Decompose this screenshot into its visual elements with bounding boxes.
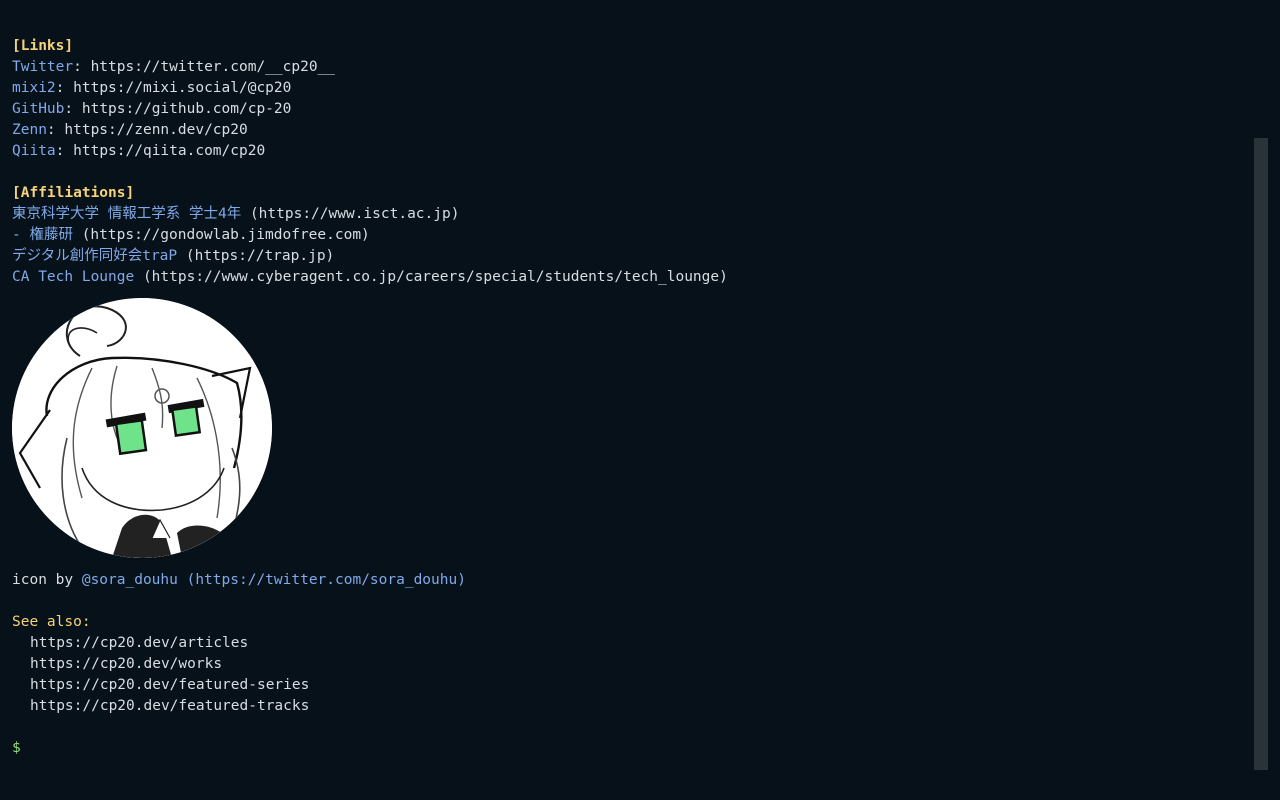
- see-also-url[interactable]: https://cp20.dev/articles: [12, 633, 1242, 654]
- affiliation-row: - 権藤研 (https://gondowlab.jimdofree.com): [12, 225, 1242, 246]
- link-url-zenn[interactable]: https://zenn.dev/cp20: [64, 122, 247, 138]
- affiliation-name: デジタル創作同好会traP: [12, 248, 178, 264]
- link-label-github: GitHub: [12, 101, 65, 117]
- affiliation-url[interactable]: (https://www.isct.ac.jp): [250, 206, 460, 222]
- see-also-url[interactable]: https://cp20.dev/works: [12, 654, 1242, 675]
- prompt-symbol: $: [12, 740, 21, 756]
- affiliation-row: CA Tech Lounge (https://www.cyberagent.c…: [12, 267, 1242, 288]
- link-url-mixi2[interactable]: https://mixi.social/@cp20: [73, 80, 291, 96]
- link-label-twitter: Twitter: [12, 59, 74, 75]
- terminal-output: [Links] Twitter: https://twitter.com/__c…: [12, 36, 1242, 786]
- affiliation-name: CA Tech Lounge: [12, 269, 135, 285]
- link-row-twitter: Twitter: https://twitter.com/__cp20__: [12, 59, 336, 75]
- link-row-qiita: Qiita: https://qiita.com/cp20: [12, 143, 266, 159]
- icon-credit-link[interactable]: @sora_douhu (https://twitter.com/sora_do…: [82, 572, 466, 588]
- link-row-mixi2: mixi2: https://mixi.social/@cp20: [12, 80, 292, 96]
- link-url-twitter[interactable]: https://twitter.com/__cp20__: [91, 59, 335, 75]
- affiliation-row: デジタル創作同好会traP (https://trap.jp): [12, 246, 1242, 267]
- affiliation-row: 東京科学大学 情報工学系 学士4年 (https://www.isct.ac.j…: [12, 204, 1242, 225]
- icon-credit-prefix: icon by: [12, 572, 82, 588]
- links-heading: [Links]: [12, 38, 74, 54]
- link-row-zenn: Zenn: https://zenn.dev/cp20: [12, 122, 248, 138]
- command-prompt[interactable]: $: [12, 738, 1242, 759]
- affiliation-url[interactable]: (https://trap.jp): [186, 248, 334, 264]
- affiliation-name: 東京科学大学 情報工学系 学士4年: [12, 206, 242, 222]
- see-also-url[interactable]: https://cp20.dev/featured-tracks: [12, 696, 1242, 717]
- avatar-container: [12, 298, 272, 558]
- see-also-label: See also:: [12, 614, 91, 630]
- link-row-github: GitHub: https://github.com/cp-20: [12, 101, 292, 117]
- link-label-zenn: Zenn: [12, 122, 47, 138]
- link-url-qiita[interactable]: https://qiita.com/cp20: [73, 143, 265, 159]
- link-url-github[interactable]: https://github.com/cp-20: [82, 101, 292, 117]
- link-label-mixi2: mixi2: [12, 80, 56, 96]
- see-also-url[interactable]: https://cp20.dev/featured-series: [12, 675, 1242, 696]
- affiliations-heading: [Affiliations]: [12, 185, 135, 201]
- affiliation-url[interactable]: (https://gondowlab.jimdofree.com): [82, 227, 370, 243]
- anime-character-avatar-icon: [12, 298, 272, 558]
- vertical-scrollbar[interactable]: [1254, 138, 1268, 770]
- link-label-qiita: Qiita: [12, 143, 56, 159]
- icon-credit: icon by @sora_douhu (https://twitter.com…: [12, 570, 1242, 591]
- affiliation-name: - 権藤研: [12, 227, 73, 243]
- affiliation-url[interactable]: (https://www.cyberagent.co.jp/careers/sp…: [143, 269, 728, 285]
